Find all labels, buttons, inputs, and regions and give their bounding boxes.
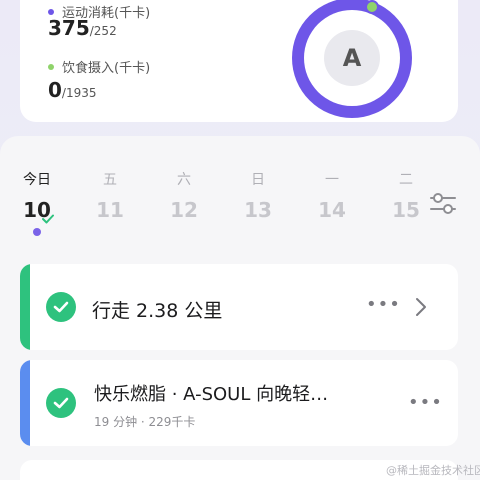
- day-date: 14: [318, 198, 346, 222]
- day-date: 11: [96, 198, 124, 222]
- exercise-target: /252: [89, 24, 117, 38]
- chevron-right-icon[interactable]: [414, 297, 428, 317]
- activity-title: 快乐燃脂 · A-SOUL 向晚轻…: [94, 384, 329, 405]
- grade-badge[interactable]: A: [292, 0, 412, 118]
- exercise-value: 375/252: [48, 16, 117, 40]
- more-options-icon[interactable]: •••: [366, 294, 401, 315]
- completed-check-icon: [42, 214, 54, 224]
- activity-accent-bar: [20, 360, 30, 446]
- day-sun[interactable]: 日 13: [238, 170, 278, 222]
- day-weekday: 六: [177, 172, 191, 188]
- diet-dot: [48, 63, 54, 70]
- diet-label: 饮食摄入(千卡): [48, 57, 150, 76]
- activity-title: 行走 2.38 公里: [92, 300, 223, 322]
- check-circle-icon[interactable]: [46, 292, 76, 322]
- activity-accent-bar: [20, 264, 30, 350]
- day-weekday: 今日: [23, 172, 51, 188]
- check-circle-icon[interactable]: [46, 388, 76, 418]
- selected-day-indicator: [33, 228, 41, 236]
- day-date: 13: [244, 198, 272, 222]
- activity-subtitle: 19 分钟 · 229千卡: [94, 415, 196, 429]
- diet-value-number: 0: [48, 78, 62, 102]
- day-mon[interactable]: 一 14: [312, 170, 352, 222]
- exercise-value-number: 375: [48, 16, 90, 40]
- exercise-dot: [48, 8, 54, 15]
- diet-value: 0/1935: [48, 78, 97, 102]
- day-weekday: 二: [399, 172, 413, 188]
- activity-card-walk[interactable]: 行走 2.38 公里 •••: [20, 264, 458, 350]
- day-weekday: 五: [103, 172, 117, 188]
- day-sat[interactable]: 六 12: [164, 170, 204, 222]
- day-fri[interactable]: 五 11: [90, 170, 130, 222]
- more-options-icon[interactable]: •••: [408, 392, 443, 413]
- watermark: @稀土掘金技术社区: [386, 464, 480, 477]
- day-weekday: 日: [251, 172, 265, 188]
- day-weekday: 一: [325, 172, 339, 188]
- activity-card-workout[interactable]: 快乐燃脂 · A-SOUL 向晚轻… 19 分钟 · 229千卡 •••: [20, 360, 458, 446]
- sliders-icon[interactable]: [428, 188, 458, 218]
- badge-progress-dot: [365, 0, 379, 14]
- day-tue[interactable]: 二 15: [386, 170, 420, 222]
- diet-target: /1935: [61, 86, 97, 100]
- day-date: 15: [392, 198, 420, 222]
- week-strip[interactable]: 今日 10 五 11 六 12 日 13 一 14 二 15: [0, 170, 420, 240]
- grade-badge-letter: A: [324, 30, 380, 86]
- diet-label-text: 饮食摄入(千卡): [62, 61, 151, 76]
- day-date: 12: [170, 198, 198, 222]
